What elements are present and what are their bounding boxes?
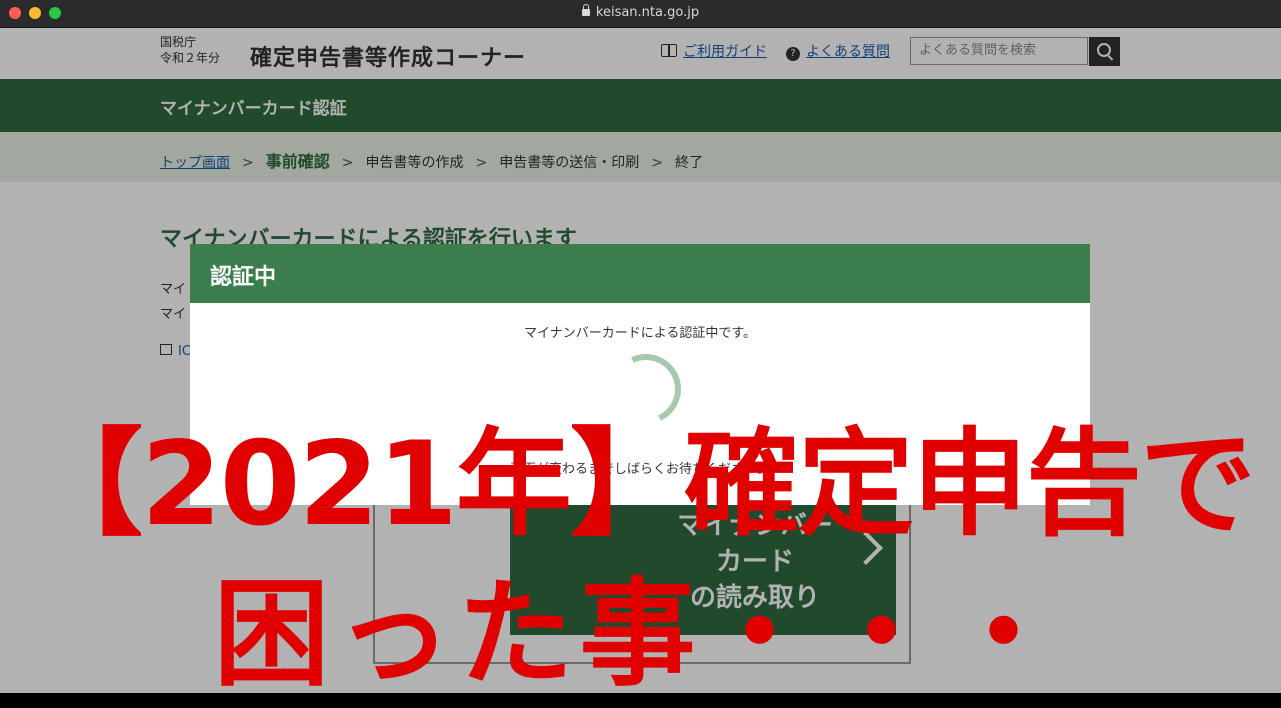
window-titlebar: keisan.nta.go.jp bbox=[0, 0, 1281, 28]
modal-title: 認証中 bbox=[210, 265, 277, 290]
modal-header: 認証中 bbox=[190, 244, 1090, 303]
address-bar[interactable]: keisan.nta.go.jp bbox=[0, 4, 1281, 21]
modal-message: マイナンバーカードによる認証中です。 bbox=[523, 326, 757, 341]
url-text: keisan.nta.go.jp bbox=[595, 5, 700, 20]
overlay-title-line1: 【2021年】確定申告で bbox=[27, 417, 1256, 552]
overlay-title-line2: 困った事・・・ bbox=[213, 567, 1068, 702]
lock-icon bbox=[581, 4, 590, 16]
